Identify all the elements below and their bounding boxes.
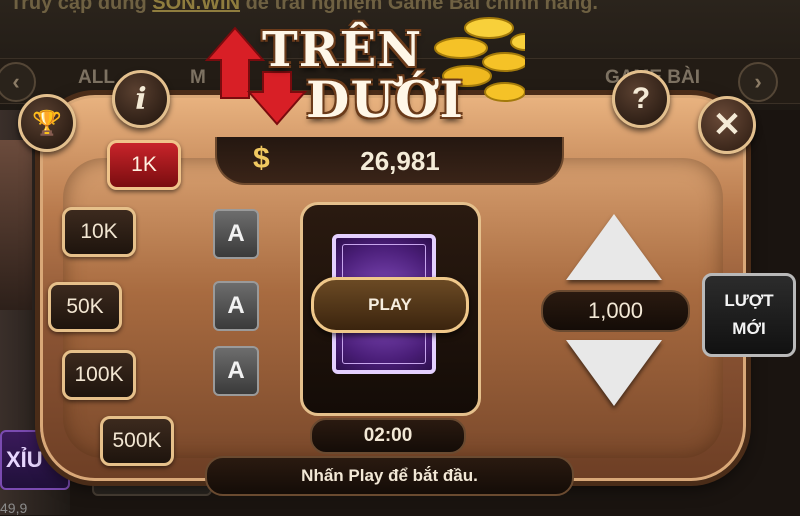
arrow-up-icon[interactable] [566, 214, 662, 280]
close-icon[interactable]: ✕ [698, 96, 756, 154]
chip-10k[interactable]: 10K [62, 207, 136, 257]
background-photo [0, 140, 32, 310]
chip-100k[interactable]: 100K [62, 350, 136, 400]
card-slot-1: A [213, 209, 259, 259]
tab-m[interactable]: M [190, 67, 206, 89]
help-icon[interactable]: ? [612, 70, 670, 128]
new-turn-line2: MỚI [732, 319, 766, 338]
balance-value: 26,981 [360, 146, 440, 176]
tab-all[interactable]: ALL [78, 67, 115, 89]
info-icon[interactable]: i [112, 70, 170, 128]
notice-prefix: Truy cập đúng [10, 0, 147, 14]
chevron-right-icon[interactable]: › [738, 62, 778, 102]
new-turn-line1: LƯỢT [724, 291, 774, 310]
card-slot-2: A [213, 281, 259, 331]
chip-500k[interactable]: 500K [100, 416, 174, 466]
trophy-icon[interactable]: 🏆 [18, 94, 76, 152]
notice-link[interactable]: SON.WIN [152, 0, 240, 14]
card-slot-3: A [213, 346, 259, 396]
timer: 02:00 [310, 418, 466, 454]
dollar-icon: $ [253, 142, 270, 175]
chip-1k[interactable]: 1K [107, 140, 181, 190]
bet-value: 1,000 [541, 290, 690, 332]
arrow-down-icon[interactable] [566, 340, 662, 406]
background-left-number: 49,9 [0, 500, 28, 516]
chip-50k[interactable]: 50K [48, 282, 122, 332]
notice-text: Truy cập đúng SON.WIN để trải nghiệm Gam… [10, 0, 598, 15]
new-turn-button[interactable]: LƯỢT MỚI [702, 273, 796, 357]
play-button[interactable]: PLAY [311, 277, 469, 333]
logo-title-bottom: DƯỚI [306, 70, 464, 129]
notice-suffix: để trải nghiệm Game Bài chính hãng. [245, 0, 598, 14]
hint-text: Nhấn Play để bắt đầu. [205, 456, 574, 496]
